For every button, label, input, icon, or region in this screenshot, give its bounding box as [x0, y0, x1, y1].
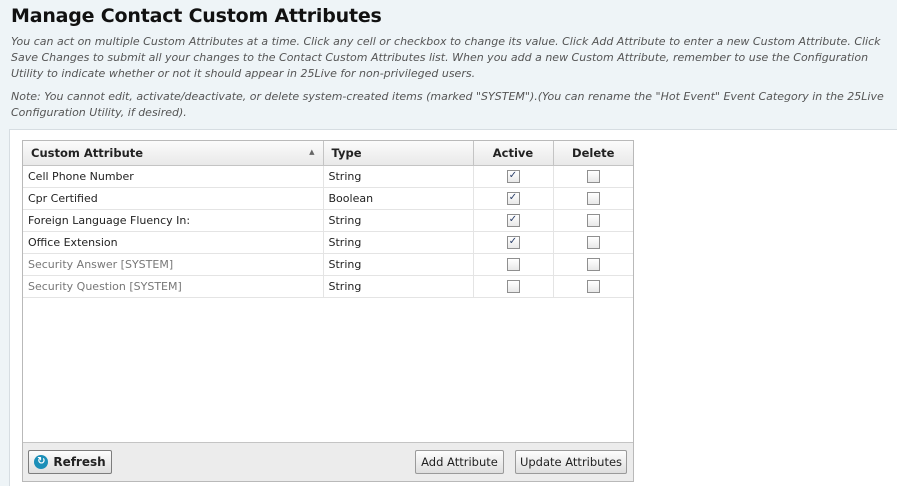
- custom-attributes-table: Custom Attribute ▲ Type Active Delete Ce…: [23, 141, 633, 298]
- column-header-delete[interactable]: Delete: [553, 141, 633, 166]
- column-header-active[interactable]: Active: [473, 141, 554, 166]
- active-checkbox[interactable]: [506, 258, 520, 272]
- active-checkbox[interactable]: ✓: [506, 236, 520, 250]
- delete-checkbox[interactable]: [586, 280, 600, 294]
- page-title: Manage Contact Custom Attributes: [11, 5, 382, 27]
- column-header-custom-attribute[interactable]: Custom Attribute ▲: [23, 141, 324, 166]
- attribute-type-cell[interactable]: String: [323, 275, 474, 298]
- delete-cell: [553, 187, 633, 210]
- active-cell: ✓: [473, 231, 554, 254]
- attribute-type-cell[interactable]: String: [323, 209, 474, 232]
- attribute-type-cell[interactable]: String: [323, 253, 474, 276]
- attribute-type-cell[interactable]: String: [323, 231, 474, 254]
- table-body: Cell Phone Number String ✓ Cpr Certified Boo…: [23, 165, 633, 298]
- active-checkbox[interactable]: ✓: [506, 170, 520, 184]
- active-checkbox[interactable]: [506, 280, 520, 294]
- delete-cell: [553, 231, 633, 254]
- attribute-name-cell[interactable]: Security Question [SYSTEM]: [23, 275, 324, 298]
- delete-cell: [553, 275, 633, 298]
- refresh-icon: ↻: [34, 455, 49, 469]
- note-text: Note: You cannot edit, activate/deactiva…: [11, 90, 884, 119]
- table-row: Cell Phone Number String ✓: [23, 165, 633, 188]
- delete-checkbox[interactable]: [586, 236, 600, 250]
- update-attributes-button[interactable]: Update Attributes: [515, 450, 627, 474]
- attribute-name-cell[interactable]: Security Answer [SYSTEM]: [23, 253, 324, 276]
- delete-cell: [553, 209, 633, 232]
- active-cell: [473, 253, 554, 276]
- grid-toolbar: ↻ Refresh Add Attribute Update Attribute…: [23, 442, 633, 481]
- custom-attributes-grid: Custom Attribute ▲ Type Active Delete Ce…: [22, 140, 634, 482]
- table-row: Foreign Language Fluency In: String ✓: [23, 209, 633, 232]
- sort-ascending-icon: ▲: [309, 148, 315, 156]
- instructions-text: You can act on multiple Custom Attribute…: [11, 35, 881, 80]
- attribute-name-cell[interactable]: Office Extension: [23, 231, 324, 254]
- attribute-name-cell[interactable]: Cell Phone Number: [23, 165, 324, 188]
- column-header-type[interactable]: Type: [323, 141, 474, 166]
- active-cell: ✓: [473, 165, 554, 188]
- refresh-button[interactable]: ↻ Refresh: [28, 450, 112, 474]
- delete-checkbox[interactable]: [586, 192, 600, 206]
- table-row: Security Answer [SYSTEM] String: [23, 253, 633, 276]
- refresh-label: Refresh: [53, 455, 106, 469]
- table-header-row: Custom Attribute ▲ Type Active Delete: [23, 141, 633, 166]
- active-checkbox[interactable]: ✓: [506, 214, 520, 228]
- active-cell: [473, 275, 554, 298]
- column-header-label: Custom Attribute: [31, 146, 144, 160]
- add-attribute-button[interactable]: Add Attribute: [415, 450, 504, 474]
- attribute-name-cell[interactable]: Cpr Certified: [23, 187, 324, 210]
- delete-checkbox[interactable]: [586, 214, 600, 228]
- delete-cell: [553, 165, 633, 188]
- active-cell: ✓: [473, 209, 554, 232]
- active-checkbox[interactable]: ✓: [506, 192, 520, 206]
- table-row: Cpr Certified Boolean ✓: [23, 187, 633, 210]
- table-row: Office Extension String ✓: [23, 231, 633, 254]
- delete-checkbox[interactable]: [586, 258, 600, 272]
- attribute-type-cell[interactable]: Boolean: [323, 187, 474, 210]
- table-row: Security Question [SYSTEM] String: [23, 275, 633, 298]
- attribute-type-cell[interactable]: String: [323, 165, 474, 188]
- delete-checkbox[interactable]: [586, 170, 600, 184]
- attribute-name-cell[interactable]: Foreign Language Fluency In:: [23, 209, 324, 232]
- delete-cell: [553, 253, 633, 276]
- active-cell: ✓: [473, 187, 554, 210]
